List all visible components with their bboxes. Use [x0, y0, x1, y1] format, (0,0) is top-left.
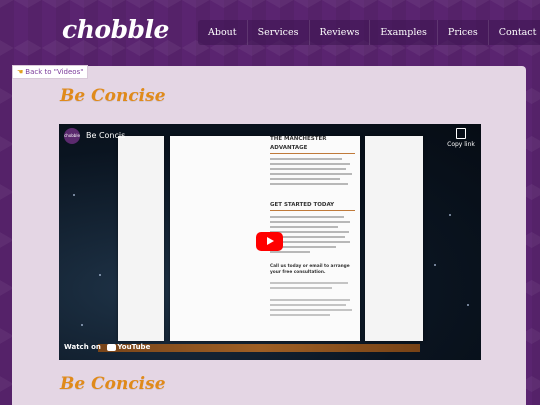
- doc-heading-advantage-1: THE MANCHESTER: [270, 136, 327, 142]
- doc-text-line: [270, 251, 310, 253]
- nav-about[interactable]: About: [198, 20, 248, 45]
- doc-text-line: [270, 221, 350, 223]
- doc-heading-get-started: GET STARTED TODAY: [270, 202, 335, 208]
- doc-text-line: [270, 158, 342, 160]
- watch-on-label: Watch on: [64, 343, 101, 351]
- doc-divider: [270, 153, 355, 154]
- doc-cta-text: Call us today or email to arrange your f…: [270, 264, 350, 275]
- channel-avatar[interactable]: chobble: [64, 128, 80, 144]
- section-title: Be Concise: [60, 374, 166, 394]
- doc-text-line: [270, 287, 332, 289]
- site-header: chobble About Services Reviews Examples …: [0, 0, 540, 66]
- nav-services[interactable]: Services: [248, 20, 310, 45]
- copy-link-label: Copy link: [447, 141, 475, 148]
- copy-link-button[interactable]: Copy link: [446, 128, 476, 148]
- doc-text-line: [270, 173, 352, 175]
- nav-prices[interactable]: Prices: [438, 20, 489, 45]
- doc-text-line: [270, 231, 349, 233]
- doc-text-line: [270, 216, 344, 218]
- doc-text-line: [270, 168, 346, 170]
- doc-divider: [270, 210, 355, 211]
- youtube-label: YouTube: [117, 343, 151, 351]
- doc-text-line: [270, 183, 348, 185]
- watch-on-youtube-button[interactable]: Watch on YouTube: [64, 343, 150, 351]
- video-title[interactable]: Be Concis: [86, 131, 125, 140]
- doc-heading-advantage-2: ADVANTAGE: [270, 145, 308, 151]
- doc-text-line: [270, 178, 340, 180]
- youtube-icon: [107, 343, 117, 351]
- main-nav: About Services Reviews Examples Prices C…: [198, 20, 540, 45]
- doc-text-line: [270, 314, 330, 316]
- page-title: Be Concise: [60, 86, 166, 106]
- doc-text-line: [270, 299, 350, 301]
- nav-contact[interactable]: Contact: [489, 20, 540, 45]
- doc-text-line: [270, 309, 352, 311]
- doc-text-line: [270, 282, 348, 284]
- back-link-label: Back to "Videos": [25, 68, 84, 76]
- pointing-hand-icon: ☚: [17, 68, 24, 76]
- doc-text-line: [270, 304, 346, 306]
- copy-icon: [456, 128, 466, 139]
- nav-reviews[interactable]: Reviews: [310, 20, 371, 45]
- site-logo[interactable]: chobble: [62, 15, 169, 44]
- doc-text-line: [270, 163, 350, 165]
- back-link[interactable]: ☚ Back to "Videos": [12, 65, 89, 79]
- doc-text-line: [270, 226, 338, 228]
- document-page-left: [118, 136, 164, 341]
- play-button[interactable]: [256, 232, 283, 251]
- document-page-right: [365, 136, 423, 341]
- nav-examples[interactable]: Examples: [370, 20, 438, 45]
